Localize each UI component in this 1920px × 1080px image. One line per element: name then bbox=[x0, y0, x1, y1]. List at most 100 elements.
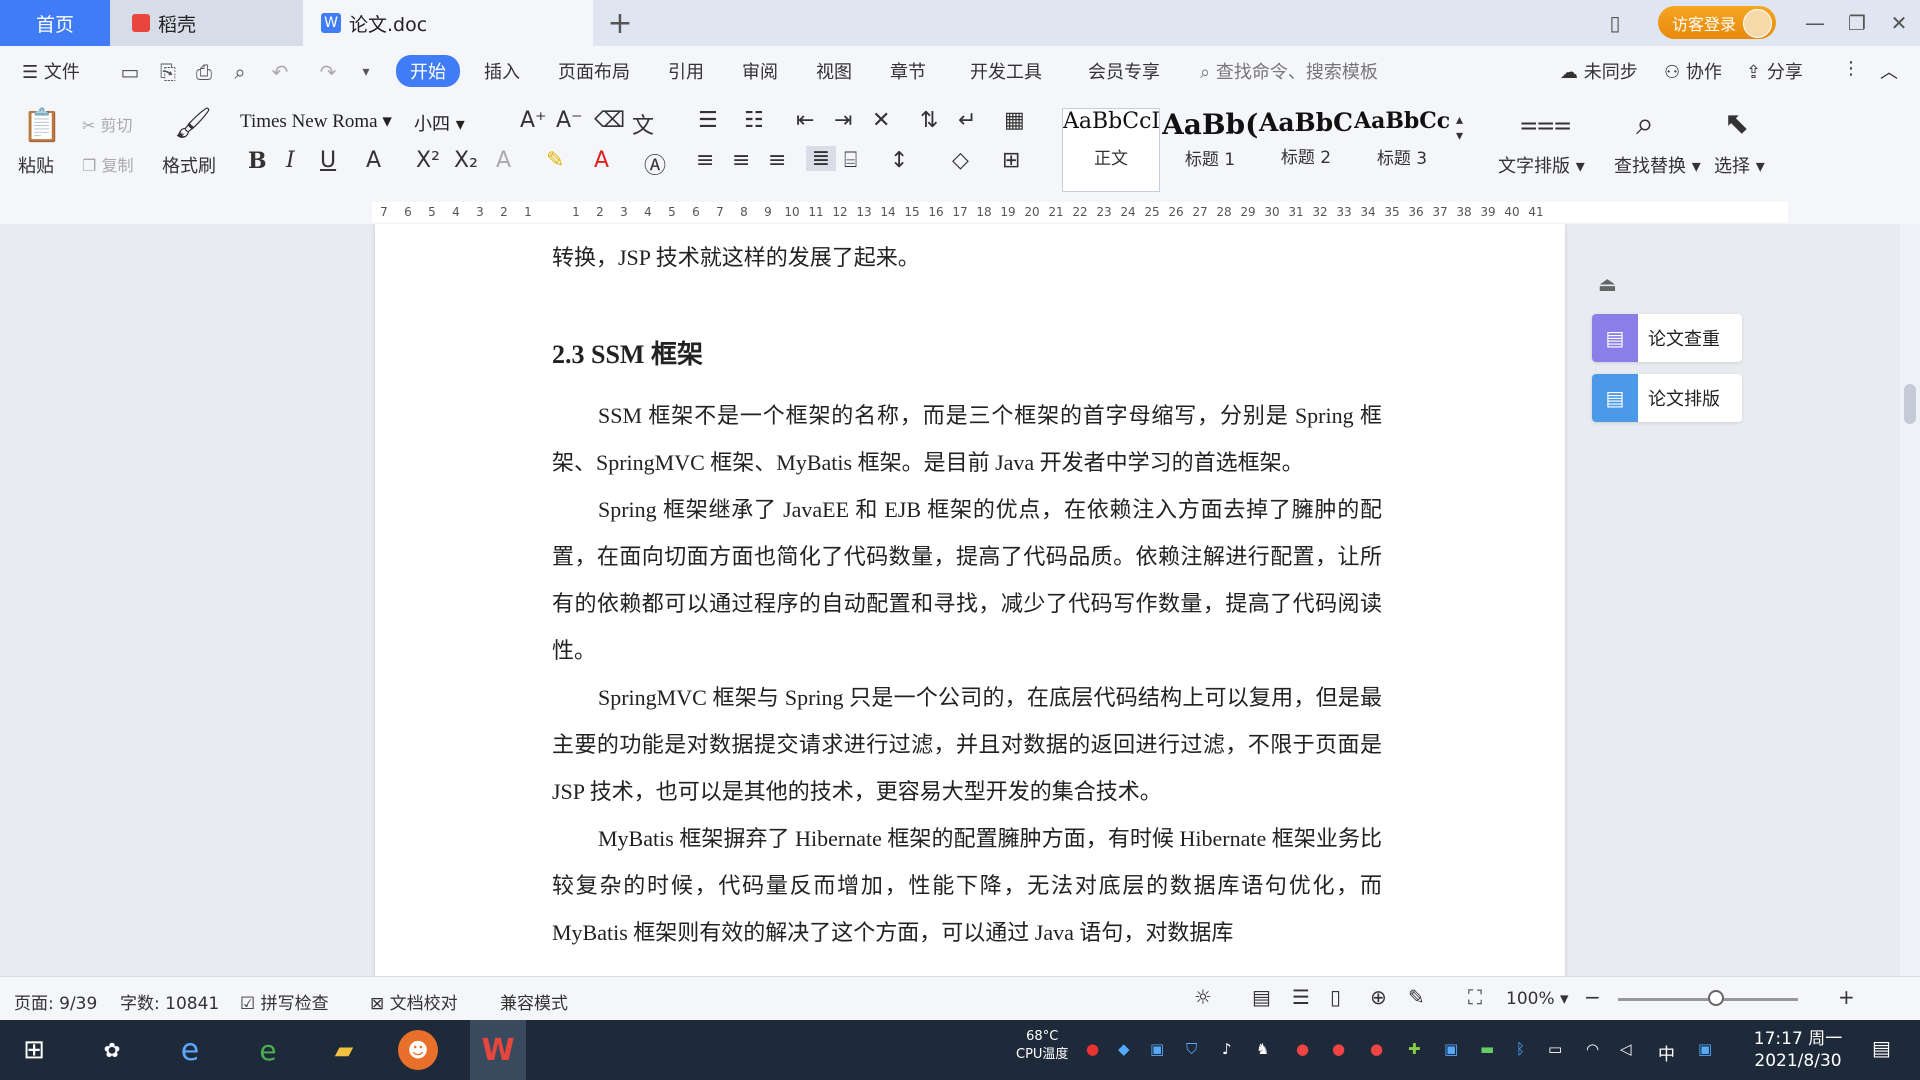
document-area[interactable]: 转换，JSP 技术就这样的发展了起来。 2.3 SSM 框架 SSM 框架不是一… bbox=[0, 224, 1900, 976]
font-name-select[interactable]: Times New Roma ▾ bbox=[240, 110, 410, 136]
style-heading-1[interactable]: AaBb( 标题 1 bbox=[1162, 108, 1258, 190]
paste-icon[interactable]: 📋 bbox=[22, 106, 62, 144]
collapse-panel-icon[interactable]: ⏏ bbox=[1598, 272, 1617, 296]
ime-indicator[interactable]: 中 bbox=[1658, 1040, 1675, 1065]
command-search[interactable]: ⌕ 查找命令、搜索模板 bbox=[1200, 58, 1378, 84]
align-right-icon[interactable]: ≡ bbox=[768, 148, 786, 173]
text-layout-button[interactable]: 文字排版 ▾ bbox=[1498, 152, 1585, 178]
fit-page-icon[interactable]: ⛶ bbox=[1468, 985, 1482, 1009]
tab-references[interactable]: 引用 bbox=[668, 58, 704, 84]
section-heading[interactable]: 2.3 SSM 框架 bbox=[552, 334, 703, 371]
tray-app8-icon[interactable]: ▬ bbox=[1480, 1040, 1494, 1058]
table-tools-icon[interactable]: ▦ bbox=[1004, 108, 1025, 133]
zoom-out-icon[interactable]: − bbox=[1584, 985, 1601, 1009]
italic-icon[interactable]: I bbox=[286, 148, 295, 173]
borders-icon[interactable]: ⊞ bbox=[1002, 148, 1020, 173]
phonetic-icon[interactable]: 文 bbox=[632, 108, 654, 140]
tab-chapter[interactable]: 章节 bbox=[890, 58, 926, 84]
increase-indent-icon[interactable]: ⇥ bbox=[834, 108, 852, 133]
zoom-in-icon[interactable]: + bbox=[1838, 985, 1855, 1009]
collapse-ribbon-icon[interactable]: ︿ bbox=[1880, 58, 1898, 84]
undo-icon[interactable]: ↶ bbox=[268, 60, 292, 84]
print-preview-icon[interactable]: ⌕ bbox=[228, 60, 252, 84]
file-explorer-icon[interactable]: ▰ bbox=[324, 1030, 364, 1070]
paper-layout-button[interactable]: ▤ 论文排版 bbox=[1592, 374, 1742, 422]
write-mode-icon[interactable]: ✎ bbox=[1408, 985, 1425, 1009]
cut-button[interactable]: ✂ 剪切 bbox=[82, 112, 133, 136]
decrease-indent-icon[interactable]: ⇤ bbox=[796, 108, 814, 133]
tab-review[interactable]: 审阅 bbox=[742, 58, 778, 84]
outline-view-icon[interactable]: ☰ bbox=[1292, 985, 1310, 1009]
style-heading-3[interactable]: AaBbCcl 标题 3 bbox=[1354, 108, 1450, 190]
show-marks-icon[interactable]: ↵ bbox=[958, 108, 976, 133]
ruler-scale[interactable]: 7 6 5 4 3 2 1 1 2 3 4 5 6 7 8 9 10 11 12… bbox=[372, 202, 1788, 222]
scrollbar-thumb[interactable] bbox=[1904, 384, 1916, 424]
collab-button[interactable]: ⚇ 协作 bbox=[1664, 58, 1722, 84]
doc-line-top[interactable]: 转换，JSP 技术就这样的发展了起来。 bbox=[552, 234, 1382, 281]
ie-browser-icon[interactable]: e bbox=[170, 1030, 210, 1070]
align-left-icon[interactable]: ≡ bbox=[696, 148, 714, 173]
paragraph[interactable]: MyBatis 框架摒弃了 Hibernate 框架的配置臃肿方面，有时候 Hi… bbox=[552, 815, 1382, 956]
restore-icon[interactable]: ❐ bbox=[1836, 0, 1878, 46]
page-indicator[interactable]: 页面: 9/39 bbox=[14, 989, 97, 1014]
tab-daoke[interactable]: 稻壳 bbox=[110, 0, 303, 46]
system-clock[interactable]: 17:17 周一 2021/8/30 bbox=[1750, 1028, 1846, 1072]
vertical-scrollbar[interactable] bbox=[1900, 224, 1920, 976]
tray-shield-icon[interactable]: ◆ bbox=[1118, 1040, 1130, 1058]
tab-view[interactable]: 视图 bbox=[816, 58, 852, 84]
app-360-icon[interactable]: ✿ bbox=[92, 1030, 132, 1070]
highlight-icon[interactable]: ✎ bbox=[546, 148, 564, 173]
font-color-icon[interactable]: A bbox=[594, 148, 609, 173]
wps-taskbar-icon[interactable]: W bbox=[470, 1020, 526, 1080]
justify-icon[interactable]: ≣ bbox=[806, 146, 836, 171]
spell-check-button[interactable]: ☑ 拼写检查 bbox=[240, 989, 329, 1014]
copy-button[interactable]: ❐ 复制 bbox=[82, 152, 133, 176]
bluetooth-icon[interactable]: ᛒ bbox=[1516, 1040, 1525, 1058]
document-page[interactable]: 转换，JSP 技术就这样的发展了起来。 2.3 SSM 框架 SSM 框架不是一… bbox=[375, 224, 1565, 976]
page-view-icon[interactable]: ▤ bbox=[1252, 985, 1271, 1009]
paper-check-button[interactable]: ▤ 论文查重 bbox=[1592, 314, 1742, 362]
bold-icon[interactable]: B bbox=[248, 148, 267, 174]
layout-icon[interactable]: ▯ bbox=[1594, 0, 1636, 46]
align-center-icon[interactable]: ≡ bbox=[732, 148, 750, 173]
paragraph[interactable]: SSM 框架不是一个框架的名称，而是三个框架的首字母缩写，分别是 Spring … bbox=[552, 392, 1382, 486]
style-scroll-icon[interactable]: ▴ ▾ bbox=[1456, 112, 1463, 144]
tray-app6-icon[interactable]: ✚ bbox=[1408, 1040, 1421, 1058]
eye-protection-icon[interactable]: ☼ bbox=[1194, 985, 1212, 1009]
char-border-icon[interactable]: Ⓐ bbox=[644, 148, 666, 180]
doc-body[interactable]: SSM 框架不是一个框架的名称，而是三个框架的首字母缩写，分别是 Spring … bbox=[552, 392, 1382, 956]
paragraph[interactable]: Spring 框架继承了 JavaEE 和 EJB 框架的优点，在依赖注入方面去… bbox=[552, 486, 1382, 674]
shading-icon[interactable]: ◇ bbox=[952, 148, 969, 173]
tray-app5-icon[interactable]: ● bbox=[1370, 1040, 1383, 1058]
sort-icon[interactable]: ⇅ bbox=[920, 108, 938, 133]
select-button[interactable]: 选择 ▾ bbox=[1714, 152, 1765, 178]
more-icon[interactable]: ⋮ bbox=[1842, 58, 1860, 79]
volume-icon[interactable]: ◁ bbox=[1620, 1040, 1632, 1058]
cpu-temp-widget[interactable]: 68°C CPU温度 bbox=[1016, 1028, 1068, 1064]
line-spacing-icon[interactable]: ↕ bbox=[890, 148, 908, 173]
zoom-slider-handle[interactable] bbox=[1708, 990, 1724, 1006]
tray-bell-icon[interactable]: ♪ bbox=[1222, 1040, 1232, 1058]
new-tab-button[interactable]: + bbox=[600, 0, 640, 46]
browser-360-icon[interactable]: e bbox=[248, 1030, 288, 1070]
tray-app2-icon[interactable]: ♞ bbox=[1256, 1040, 1269, 1058]
chevron-down-icon[interactable]: ▾ bbox=[354, 60, 378, 84]
style-normal[interactable]: AaBbCcI 正文 bbox=[1062, 108, 1160, 192]
tab-start[interactable]: 开始 bbox=[396, 55, 460, 87]
export-icon[interactable]: ⎘ bbox=[156, 60, 180, 84]
reading-view-icon[interactable]: ▯ bbox=[1330, 985, 1341, 1009]
tab-developer[interactable]: 开发工具 bbox=[970, 58, 1042, 84]
tray-app-icon[interactable]: ● bbox=[1086, 1040, 1099, 1058]
save-icon[interactable]: ▭ bbox=[118, 60, 142, 84]
sync-button[interactable]: ☁ 未同步 bbox=[1560, 58, 1638, 84]
format-painter-button[interactable]: 格式刷 bbox=[162, 152, 216, 178]
cursor-icon[interactable]: ⬉ bbox=[1724, 106, 1749, 141]
tray-network-app-icon[interactable]: ▣ bbox=[1150, 1040, 1164, 1058]
tab-insert[interactable]: 插入 bbox=[484, 58, 520, 84]
tray-app7-icon[interactable]: ▣ bbox=[1444, 1040, 1458, 1058]
tray-app3-icon[interactable]: ● bbox=[1296, 1040, 1309, 1058]
close-icon[interactable]: ✕ bbox=[1878, 0, 1920, 46]
format-painter-icon[interactable]: 🖌 bbox=[174, 106, 212, 141]
tab-page-layout[interactable]: 页面布局 bbox=[558, 58, 630, 84]
share-button[interactable]: ⇪ 分享 bbox=[1746, 58, 1803, 84]
